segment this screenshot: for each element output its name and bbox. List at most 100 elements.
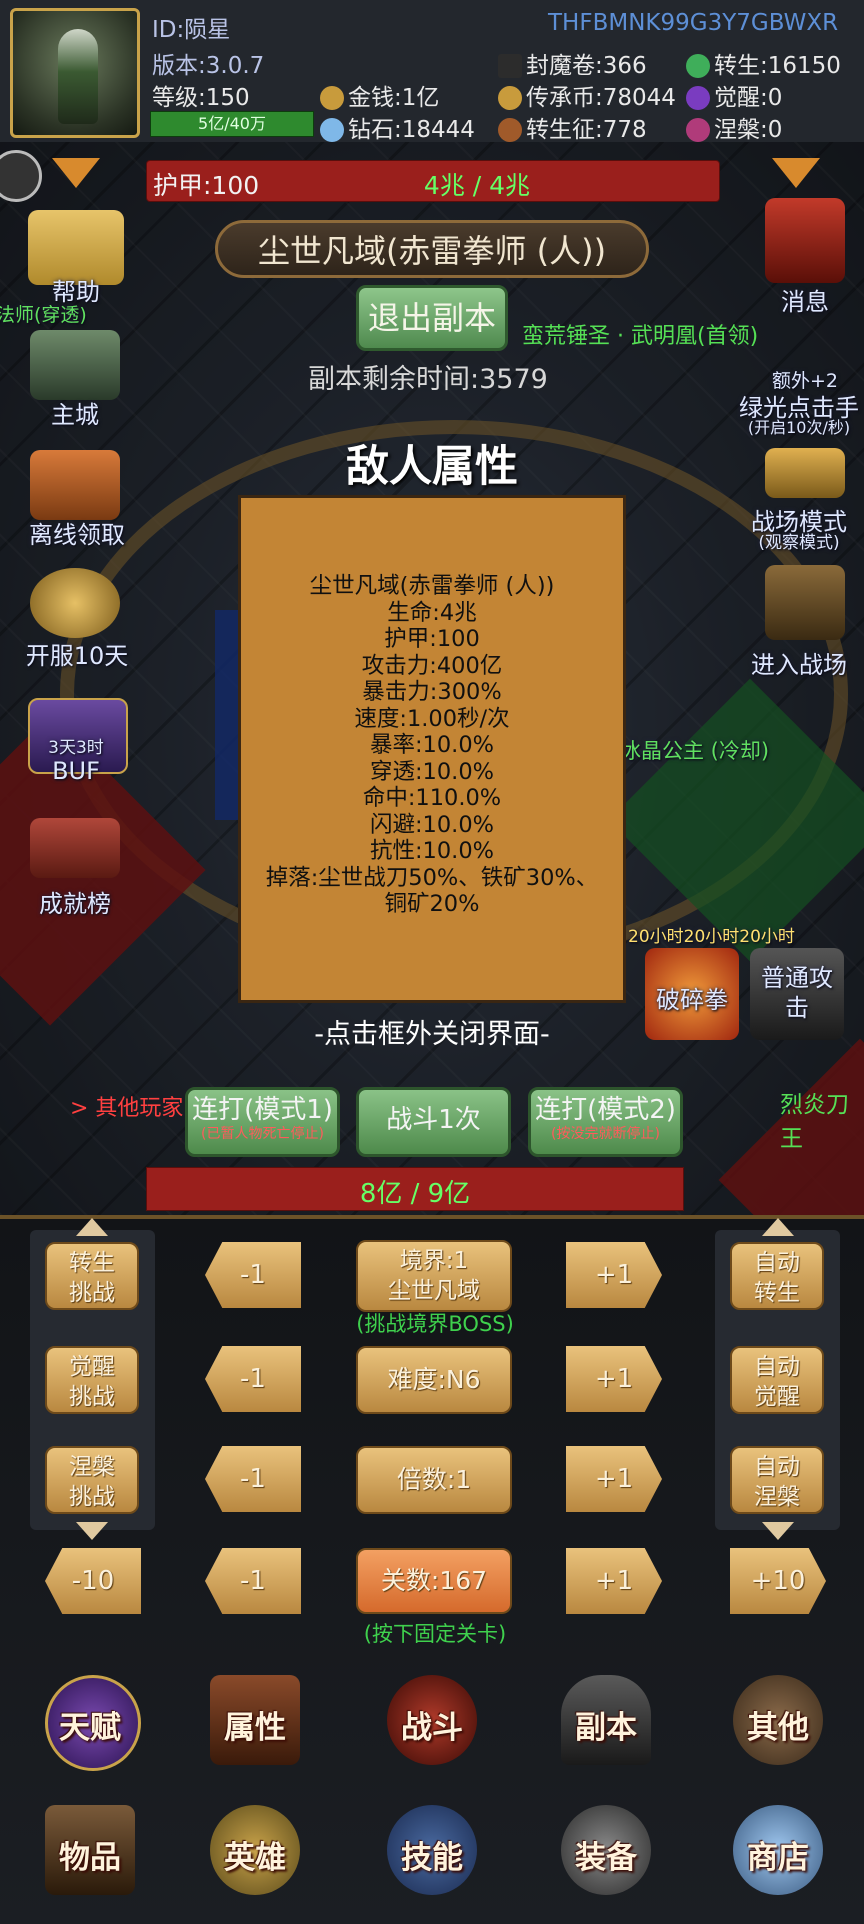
scroll-up-left-icon[interactable]: [76, 1218, 108, 1236]
nav-fight[interactable]: 战斗: [372, 1670, 492, 1780]
stage-display[interactable]: 关数:167: [356, 1548, 512, 1614]
fight-once-button[interactable]: 战斗1次: [356, 1087, 511, 1157]
main-city-icon[interactable]: [30, 330, 120, 400]
scroll-up-right-icon[interactable]: [762, 1218, 794, 1236]
attr-line: 护甲:100: [384, 626, 480, 652]
player-level: 等级:150: [152, 85, 250, 111]
auto-nirvana-button[interactable]: 自动 涅槃: [730, 1446, 824, 1514]
trophy-icon[interactable]: [30, 568, 120, 638]
collapse-right-arrow-icon[interactable]: [772, 158, 820, 188]
nav-hero[interactable]: 英雄: [195, 1800, 315, 1910]
auto-rebirth-button[interactable]: 自动 转生: [730, 1242, 824, 1310]
realm-plus-button[interactable]: +1: [566, 1242, 662, 1308]
attr-line: 生命:4兆: [387, 599, 477, 626]
multiplier-minus-button[interactable]: -1: [205, 1446, 301, 1512]
auto-awaken-button[interactable]: 自动 觉醒: [730, 1346, 824, 1414]
seal-scroll-icon: [498, 54, 522, 78]
awaken-count: 觉醒:0: [714, 85, 783, 111]
exp-bar: 5亿/40万: [150, 111, 314, 137]
skill-break-label[interactable]: 破碎拳: [645, 980, 739, 1015]
player-avatar[interactable]: [10, 8, 140, 138]
open-days-label[interactable]: 开服10天: [12, 636, 142, 671]
auto-fight-mode1-sub: (已暂人物死亡停止): [201, 1126, 324, 1142]
main-city-label[interactable]: 主城: [30, 395, 120, 430]
enter-battlefield-icon[interactable]: [765, 565, 845, 640]
multiplier-plus-button[interactable]: +1: [566, 1446, 662, 1512]
armor-label: 护甲:100: [153, 171, 260, 200]
auto-fight-mode1-label: 连打(模式1): [192, 1095, 333, 1125]
nav-skills-label: 技能: [401, 1840, 463, 1876]
mage-label: 法师(穿透): [0, 304, 87, 326]
nav-items-label: 物品: [59, 1840, 121, 1876]
seal-scroll: 封魔卷:366: [526, 53, 647, 79]
enemy-attributes-list: 尘世凡域(赤雷拳师 (人)) 生命:4兆 护甲:100 攻击力:400亿 暴击力…: [241, 573, 623, 918]
difficulty-plus-button[interactable]: +1: [566, 1346, 662, 1412]
enter-battlefield-label[interactable]: 进入战场: [734, 645, 864, 680]
nav-items[interactable]: 物品: [30, 1800, 150, 1910]
nav-other-label: 其他: [747, 1710, 809, 1746]
nav-talent[interactable]: 天赋: [30, 1670, 150, 1780]
player-armor-bar: 护甲:100 4兆 / 4兆: [146, 160, 720, 202]
awaken-icon: [686, 86, 710, 110]
attr-line: 抗性:10.0%: [369, 838, 495, 864]
stage-minus10-button[interactable]: -10: [45, 1548, 141, 1614]
inherit-coin: 传承币:78044: [526, 85, 676, 111]
gold-coin-icon: [320, 86, 344, 110]
difficulty-display[interactable]: 难度:N6: [356, 1346, 512, 1414]
awaken-challenge-button[interactable]: 觉醒 挑战: [45, 1346, 139, 1414]
attr-line: 速度:1.00秒/次: [354, 705, 510, 732]
other-players-label[interactable]: > 其他玩家: [70, 1090, 183, 1122]
multiplier-display[interactable]: 倍数:1: [356, 1446, 512, 1514]
scroll-down-left-icon[interactable]: [76, 1522, 108, 1540]
player-code: THFBMNK99G3Y7GBWXR: [548, 10, 839, 36]
nav-shop[interactable]: 商店: [718, 1800, 838, 1910]
scroll-down-right-icon[interactable]: [762, 1522, 794, 1540]
realm-minus-button[interactable]: -1: [205, 1242, 301, 1308]
exit-dungeon-button[interactable]: 退出副本: [356, 285, 508, 351]
nav-attributes[interactable]: 属性: [195, 1670, 315, 1780]
buff-label[interactable]: BUF: [28, 757, 124, 785]
inherit-coin-icon: [498, 86, 522, 110]
diamond-icon: [320, 118, 344, 142]
realm-display[interactable]: 境界:1 尘世凡域: [356, 1240, 512, 1312]
nav-attributes-label: 属性: [224, 1710, 286, 1746]
attr-line: 攻击力:400亿: [361, 652, 503, 679]
collapse-left-arrow-icon[interactable]: [52, 158, 100, 188]
stage-minus1-button[interactable]: -1: [205, 1548, 301, 1614]
nirvana-challenge-button[interactable]: 涅槃 挑战: [45, 1446, 139, 1514]
offline-reward-label[interactable]: 离线领取: [12, 515, 142, 550]
rebirth-challenge-button[interactable]: 转生 挑战: [45, 1242, 139, 1310]
nav-skills[interactable]: 技能: [372, 1800, 492, 1910]
close-hint: -点击框外关闭界面-: [314, 1019, 550, 1050]
nav-dungeon[interactable]: 副本: [546, 1670, 666, 1780]
nirvana-count: 涅槃:0: [714, 117, 783, 143]
nav-equipment[interactable]: 装备: [546, 1800, 666, 1910]
message-label[interactable]: 消息: [755, 282, 855, 317]
auto-fight-mode2-button[interactable]: 连打(模式2) (按没完就断停止): [528, 1087, 683, 1157]
nav-other[interactable]: 其他: [718, 1670, 838, 1780]
nav-fight-label: 战斗: [401, 1710, 463, 1746]
message-icon[interactable]: [765, 198, 845, 283]
attr-line: 命中:110.0%: [362, 785, 502, 811]
diamond: 钻石:18444: [348, 117, 475, 143]
auto-fight-mode2-sub: (按没完就断停止): [551, 1126, 660, 1142]
enemy-hp-value: 8亿 / 9亿: [359, 1179, 471, 1209]
avatar-figure: [58, 29, 98, 124]
player-header: ID:陨星 版本:3.0.7 等级:150 5亿/40万 金钱:1亿 钻石:18…: [0, 0, 864, 143]
rebirth-cert-icon: [498, 118, 522, 142]
version: 版本:3.0.7: [152, 53, 265, 79]
money: 金钱:1亿: [348, 85, 440, 111]
skill-timers: 20小时20小时20小时: [628, 927, 795, 947]
auto-fight-mode2-label: 连打(模式2): [535, 1095, 676, 1125]
dungeon-remaining-time: 副本剩余时间:3579: [308, 364, 548, 395]
armor-value: 4兆 / 4兆: [423, 171, 531, 200]
stage-plus10-button[interactable]: +10: [730, 1548, 826, 1614]
realm-note: (挑战境界BOSS): [356, 1312, 514, 1336]
stage-plus1-button[interactable]: +1: [566, 1548, 662, 1614]
boss-name: 蛮荒锤圣 · 武明凰(首领): [522, 324, 759, 349]
achievement-label[interactable]: 成就榜: [20, 884, 130, 919]
rebirth-count: 转生:16150: [714, 53, 841, 79]
achievement-icon[interactable]: [30, 818, 120, 878]
auto-fight-mode1-button[interactable]: 连打(模式1) (已暂人物死亡停止): [185, 1087, 340, 1157]
difficulty-minus-button[interactable]: -1: [205, 1346, 301, 1412]
